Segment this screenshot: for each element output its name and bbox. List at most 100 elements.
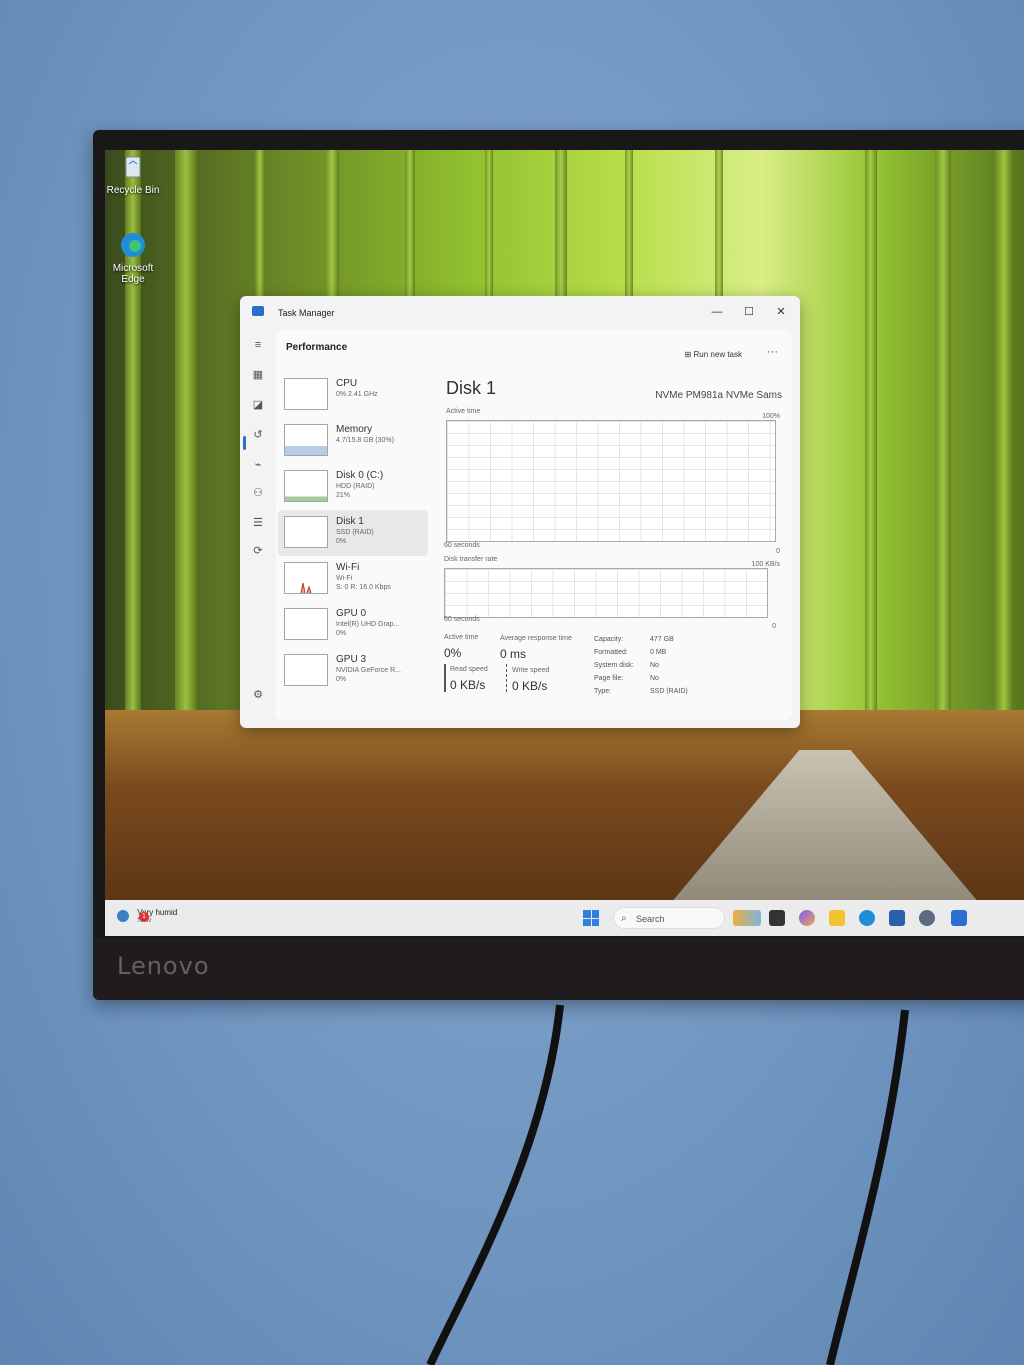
prop-formatted-key: Formatted:: [594, 649, 628, 656]
prop-formatted-value: 0 MB: [650, 649, 667, 656]
device-name: GPU 0: [336, 608, 367, 619]
gpu0-thumbnail-graph: [284, 608, 328, 640]
startup-apps-icon[interactable]: ⌁: [251, 458, 265, 472]
device-sub: HDD (RAID): [336, 483, 375, 490]
disk1-thumbnail-graph: [284, 516, 328, 548]
desktop-screen: Recycle Bin Microsoft Edge Task Manager …: [105, 150, 1024, 936]
run-task-icon: ⊞: [684, 350, 694, 359]
device-sub: 4.7/15.8 GB (30%): [336, 437, 394, 444]
users-icon[interactable]: ⚇: [251, 486, 265, 500]
device-memory[interactable]: Memory 4.7/15.8 GB (30%): [278, 418, 428, 464]
device-sub: 0% 2.41 GHz: [336, 391, 378, 398]
page-title: Performance: [286, 342, 348, 353]
services-icon[interactable]: ⟳: [251, 544, 265, 558]
recycle-bin-label: Recycle Bin: [106, 185, 160, 196]
run-new-task-button[interactable]: ⊞ Run new task: [685, 350, 742, 359]
stat-read-speed-label: Read speed: [450, 666, 488, 673]
active-time-max: 100%: [762, 413, 780, 420]
transfer-rate-graph: [444, 568, 768, 618]
device-sub: Wi-Fi: [336, 575, 353, 582]
read-speed-marker: [444, 664, 446, 692]
device-sub2: 0%: [336, 676, 347, 683]
graph2-x-label: 60 seconds: [444, 616, 480, 623]
prop-system-disk-value: No: [650, 662, 659, 669]
device-gpu-0[interactable]: GPU 0 Intel(R) UHD Grap... 0%: [278, 602, 428, 648]
maximize-button[interactable]: ☐: [738, 304, 760, 320]
monitor-bezel-chin: Lenovo: [93, 938, 1024, 1000]
taskbar: 1 Very humid Now ⌕ Search: [105, 900, 1024, 936]
search-highlight-icon[interactable]: [733, 910, 761, 926]
more-options-button[interactable]: ···: [767, 346, 778, 358]
active-time-graph: [446, 420, 776, 542]
gpu3-thumbnail-graph: [284, 654, 328, 686]
stat-avg-response-label: Average response time: [500, 635, 572, 642]
disk-detail: Disk 1 NVMe PM981a NVMe Sams Active time…: [438, 370, 786, 720]
device-sub2: 0%: [336, 630, 347, 637]
weather-widget[interactable]: 1 Very humid Now: [117, 908, 177, 924]
stat-read-speed-value: 0 KB/s: [450, 678, 486, 692]
stat-active-time-value: 0%: [444, 646, 462, 660]
app-history-icon[interactable]: ↺: [251, 428, 265, 442]
device-disk-1[interactable]: Disk 1 SSD (RAID) 0%: [278, 510, 428, 556]
prop-system-disk-key: System disk:: [594, 662, 634, 669]
transfer-rate-max: 100 KB/s: [751, 561, 780, 568]
device-gpu-3[interactable]: GPU 3 NVIDIA GeForce R... 0%: [278, 648, 428, 694]
start-button[interactable]: [583, 910, 599, 926]
details-icon[interactable]: ☰: [251, 516, 265, 530]
stat-active-time-label: Active time: [444, 634, 479, 641]
active-time-graph-label: Active time: [446, 408, 481, 415]
detail-title: Disk 1: [446, 378, 497, 398]
task-manager-taskbar-icon[interactable]: [951, 910, 967, 926]
settings-icon[interactable]: [919, 910, 935, 926]
taskbar-search[interactable]: ⌕ Search: [613, 907, 725, 929]
file-explorer-icon[interactable]: [829, 910, 845, 926]
device-name: Disk 1: [336, 516, 364, 527]
window-title: Task Manager: [278, 308, 335, 318]
edge-shortcut[interactable]: Microsoft Edge: [105, 230, 163, 285]
recycle-bin-shortcut[interactable]: Recycle Bin: [105, 152, 163, 196]
graph1-min: 0: [776, 548, 780, 555]
processes-icon[interactable]: ▦: [251, 368, 265, 382]
copilot-icon[interactable]: [799, 910, 815, 926]
task-manager-logo-icon: [252, 306, 264, 316]
performance-icon[interactable]: ◪: [251, 398, 265, 412]
nav-rail: ≡ ▦ ◪ ↺ ⌁ ⚇ ☰ ⟳ ⚙: [240, 330, 276, 728]
device-name: CPU: [336, 378, 358, 389]
device-sub2: 21%: [336, 492, 351, 499]
edge-taskbar-icon[interactable]: [859, 910, 875, 926]
monitor: Recycle Bin Microsoft Edge Task Manager …: [93, 130, 1024, 1000]
device-wifi[interactable]: Wi-Fi Wi-Fi S: 0 R: 16.0 Kbps: [278, 556, 428, 602]
edge-icon: [118, 230, 148, 260]
device-cpu[interactable]: CPU 0% 2.41 GHz: [278, 372, 428, 418]
prop-page-file-key: Page file:: [594, 675, 624, 682]
search-icon: ⌕: [621, 913, 627, 924]
device-sub: SSD (RAID): [336, 529, 374, 536]
edge-label: Microsoft Edge: [112, 263, 154, 285]
task-view-icon[interactable]: [769, 910, 785, 926]
prop-page-file-value: No: [650, 675, 659, 682]
disk0-thumbnail-graph: [284, 470, 328, 502]
graph2-min: 0: [772, 623, 776, 630]
recycle-bin-icon: [118, 152, 148, 182]
device-sub2: 0%: [336, 538, 347, 545]
settings-gear-icon[interactable]: ⚙: [251, 688, 265, 702]
transfer-rate-label: Disk transfer rate: [444, 556, 498, 563]
performance-panel: Performance ⊞ Run new task ··· CPU 0% 2.…: [276, 330, 792, 720]
device-disk-0[interactable]: Disk 0 (C:) HDD (RAID) 21%: [278, 464, 428, 510]
stat-avg-response-value: 0 ms: [500, 647, 527, 661]
device-name: GPU 3: [336, 654, 367, 665]
close-button[interactable]: ✕: [770, 304, 792, 320]
run-new-task-label: Run new task: [693, 350, 742, 359]
disk-model: NVMe PM981a NVMe Sams: [655, 390, 782, 401]
prop-type-value: SSD (RAID): [650, 688, 688, 695]
stat-write-speed-label: Write speed: [512, 667, 550, 674]
title-bar[interactable]: Task Manager — ☐ ✕: [240, 296, 800, 330]
minimize-button[interactable]: —: [706, 304, 728, 320]
prop-type-key: Type:: [594, 688, 612, 695]
weather-badge: 1: [139, 912, 149, 922]
store-icon[interactable]: [889, 910, 905, 926]
device-list: CPU 0% 2.41 GHz Memory 4.7/15.8 GB (30%)…: [278, 372, 428, 694]
device-name: Disk 0 (C:): [336, 470, 384, 481]
stat-write-speed-value: 0 KB/s: [512, 679, 548, 693]
hamburger-menu-icon[interactable]: ≡: [251, 338, 265, 352]
